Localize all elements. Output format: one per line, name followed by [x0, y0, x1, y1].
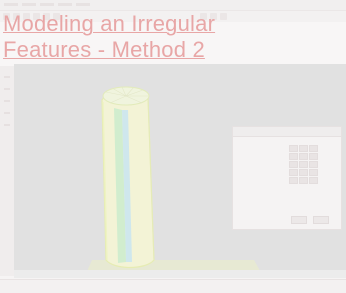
- dialog-row: [239, 145, 335, 152]
- dialog-cell[interactable]: [299, 169, 308, 176]
- menu-item[interactable]: [4, 3, 18, 6]
- panel-tool[interactable]: [4, 124, 10, 126]
- menu-item[interactable]: [76, 3, 90, 6]
- viewport-axis-strip: [14, 270, 346, 278]
- dialog-ok-button[interactable]: [291, 216, 307, 224]
- dialog-cell[interactable]: [309, 177, 318, 184]
- menu-item[interactable]: [40, 3, 54, 6]
- properties-dialog[interactable]: [232, 126, 342, 230]
- dialog-cell[interactable]: [289, 161, 298, 168]
- left-tool-panel: [0, 66, 15, 276]
- dialog-cell[interactable]: [299, 177, 308, 184]
- menu-bar: [0, 0, 346, 11]
- page-title: Modeling an Irregular Features - Method …: [3, 11, 243, 63]
- dialog-row: [239, 153, 335, 160]
- dialog-titlebar[interactable]: [233, 127, 341, 137]
- dialog-cell[interactable]: [299, 145, 308, 152]
- panel-tool[interactable]: [4, 88, 10, 90]
- dialog-row: [239, 169, 335, 176]
- dialog-cell[interactable]: [309, 161, 318, 168]
- dialog-cell[interactable]: [309, 169, 318, 176]
- panel-tool[interactable]: [4, 76, 10, 78]
- dialog-cell[interactable]: [299, 153, 308, 160]
- dialog-cell[interactable]: [289, 153, 298, 160]
- panel-tool[interactable]: [4, 112, 10, 114]
- dialog-cell[interactable]: [289, 177, 298, 184]
- dialog-cell[interactable]: [289, 169, 298, 176]
- menu-item[interactable]: [22, 3, 36, 6]
- dialog-cell[interactable]: [309, 145, 318, 152]
- application-window: Modeling an Irregular Features - Method …: [0, 0, 346, 293]
- dialog-cell[interactable]: [289, 145, 298, 152]
- dialog-row: [239, 161, 335, 168]
- panel-tool[interactable]: [4, 100, 10, 102]
- menu-item[interactable]: [58, 3, 72, 6]
- status-bar: [0, 279, 346, 293]
- dialog-row: [239, 177, 335, 184]
- dialog-cell[interactable]: [309, 153, 318, 160]
- dialog-cell[interactable]: [299, 161, 308, 168]
- page-title-line-1: Modeling an Irregular: [3, 11, 216, 36]
- page-title-line-2: Features - Method 2: [3, 37, 205, 62]
- dialog-cancel-button[interactable]: [313, 216, 329, 224]
